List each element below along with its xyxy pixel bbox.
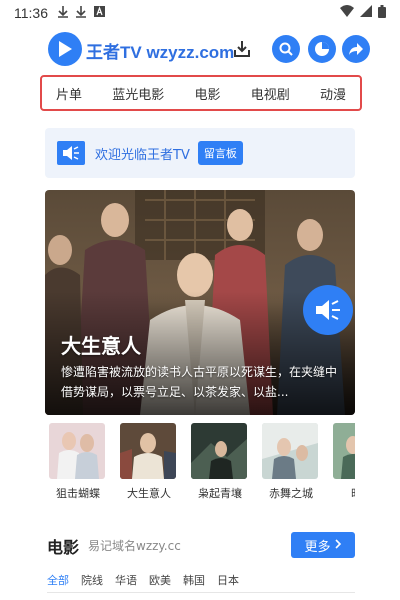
signal-icon	[360, 5, 372, 21]
section-subtitle: 易记域名wzzy.cc	[88, 539, 181, 553]
share-icon	[349, 43, 363, 55]
thumbnail-label: 时差	[327, 485, 355, 501]
thumbnail-label: 赤舞之城	[269, 487, 313, 500]
poster-image	[49, 423, 105, 479]
filter-tab-all[interactable]: 全部	[47, 572, 69, 588]
thumbnail-item[interactable]: 狙击蝴蝶	[49, 423, 107, 501]
thumbnail-item[interactable]: 时差	[333, 423, 355, 501]
status-time: 11:36	[14, 5, 48, 21]
chevron-right-icon	[334, 538, 342, 553]
hero-description: 惨遭陷害被流放的读书人古平原以死谋生，在夹缝中借势谋局，以票号立足、以茶发家、以…	[61, 365, 338, 399]
download-icon	[234, 41, 250, 57]
battery-icon	[378, 4, 386, 22]
category-nav: 片单 蓝光电影 电影 电视剧 动漫	[40, 75, 362, 111]
nav-item[interactable]: 电影	[194, 84, 220, 103]
section-title: 电影	[47, 538, 80, 557]
app-header: 王者TV wzyzz.com	[0, 30, 400, 70]
play-logo-icon[interactable]	[48, 32, 82, 66]
a-icon	[94, 6, 105, 20]
poster-image	[262, 423, 318, 479]
status-right	[340, 4, 386, 22]
pie-chart-icon	[315, 42, 329, 56]
thumbnail-item[interactable]: 赤舞之城	[262, 423, 320, 501]
filter-tabs: 全部 院线 华语 欧美 韩国 日本	[47, 572, 239, 588]
speaker-icon	[316, 300, 340, 320]
guestbook-button[interactable]: 留言板	[197, 141, 243, 165]
history-button[interactable]	[308, 35, 336, 63]
download-icon	[76, 5, 86, 21]
share-button[interactable]	[342, 35, 370, 63]
search-button[interactable]	[272, 35, 300, 63]
download-button[interactable]	[228, 35, 256, 63]
poster-image	[333, 423, 355, 479]
nav-item[interactable]: 蓝光电影	[112, 84, 164, 103]
wifi-icon	[340, 5, 354, 21]
thumbnail-label: 大生意人	[127, 487, 171, 500]
thumbnail-item[interactable]: 枭起青壤	[191, 423, 249, 501]
filter-tab[interactable]: 日本	[217, 572, 239, 588]
status-bar: 11:36	[0, 0, 400, 26]
welcome-text: 欢迎光临王者TV	[95, 147, 190, 163]
filter-tab[interactable]: 院线	[81, 572, 103, 588]
speaker-icon	[57, 141, 85, 165]
thumbnail-label: 狙击蝴蝶	[56, 487, 100, 500]
hero-banner[interactable]: 大生意人 惨遭陷害被流放的读书人古平原以死谋生，在夹缝中借势谋局，以票号立足、以…	[45, 190, 355, 415]
search-icon	[279, 42, 293, 56]
more-label: 更多	[304, 539, 331, 555]
welcome-notice: 欢迎光临王者TV 留言板	[45, 128, 355, 178]
poster-image	[191, 423, 247, 479]
more-button[interactable]: 更多	[291, 532, 355, 558]
thumbnail-item[interactable]: 大生意人	[120, 423, 178, 501]
thumbnail-label: 枭起青壤	[198, 487, 242, 500]
filter-tab[interactable]: 韩国	[183, 572, 205, 588]
filter-tab[interactable]: 华语	[115, 572, 137, 588]
nav-item[interactable]: 动漫	[320, 84, 346, 103]
thumbnail-row: 狙击蝴蝶 大生意人 枭起青壤 赤舞之城 时差	[45, 423, 355, 503]
filter-tab[interactable]: 欧美	[149, 572, 171, 588]
brand-title[interactable]: 王者TV wzyzz.com	[86, 38, 234, 63]
divider	[47, 592, 355, 593]
poster-image	[120, 423, 176, 479]
download-icon	[58, 5, 68, 21]
sound-toggle-button[interactable]	[303, 285, 353, 335]
nav-item[interactable]: 电视剧	[251, 84, 290, 103]
nav-item[interactable]: 片单	[56, 84, 82, 103]
hero-title: 大生意人	[61, 334, 141, 358]
